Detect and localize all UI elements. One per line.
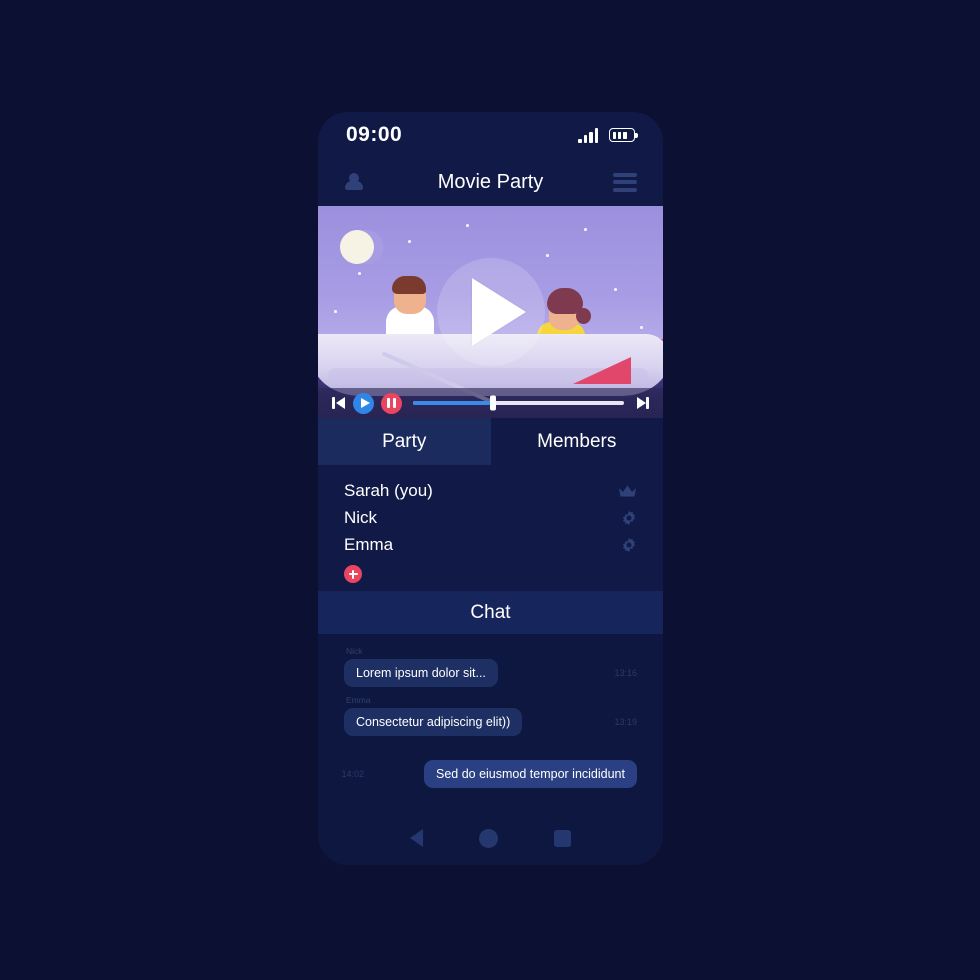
progress-handle[interactable] (490, 395, 497, 411)
tab-members[interactable]: Members (490, 418, 663, 465)
tab-party[interactable]: Party (318, 418, 491, 465)
message-group: Nick Lorem ipsum dolor sit... 13:16 (344, 646, 637, 687)
add-member-button[interactable] (344, 565, 362, 583)
android-nav-bar (318, 811, 663, 865)
member-name: Sarah (you) (344, 480, 433, 500)
message-group: 14:02 Sed do eiusmod tempor incididunt (341, 760, 637, 788)
app-header: Movie Party (318, 158, 663, 206)
hamburger-menu-icon[interactable] (613, 172, 637, 192)
phone-mockup: 09:00 Movie Party Party Members Sarah (y… (318, 112, 663, 865)
list-item[interactable]: Sarah (you) (344, 477, 637, 504)
status-icons (578, 128, 639, 143)
battery-icon (609, 128, 639, 142)
pause-button[interactable] (381, 392, 402, 414)
skip-next-icon[interactable] (635, 396, 649, 410)
play-icon[interactable] (436, 258, 545, 366)
message-bubble[interactable]: Sed do eiusmod tempor incididunt (423, 760, 637, 788)
home-circle-icon[interactable] (479, 828, 498, 848)
member-name: Nick (344, 507, 378, 527)
crown-icon[interactable] (618, 484, 637, 498)
status-bar: 09:00 (318, 112, 663, 158)
list-item[interactable]: Emma (344, 531, 637, 558)
chat-header: Chat (318, 591, 663, 634)
chat-messages: Nick Lorem ipsum dolor sit... 13:16 Emma… (318, 634, 663, 811)
gear-icon[interactable] (621, 537, 637, 553)
message-time: 14:02 (341, 769, 364, 779)
play-button[interactable] (353, 392, 374, 414)
video-progress-slider[interactable] (413, 395, 624, 411)
back-triangle-icon[interactable] (410, 829, 423, 847)
list-item[interactable]: Nick (344, 504, 637, 531)
message-time: 13:16 (614, 668, 637, 678)
status-time: 09:00 (346, 123, 403, 146)
message-sender: Emma (346, 695, 371, 705)
person-icon[interactable] (344, 171, 364, 193)
skip-previous-icon[interactable] (332, 396, 346, 410)
tab-bar: Party Members (318, 418, 663, 465)
message-row: 14:02 Sed do eiusmod tempor incididunt (341, 760, 637, 788)
message-time: 13:19 (614, 717, 637, 727)
message-group: Emma Consectetur adipiscing elit)) 13:19 (344, 695, 637, 736)
video-player[interactable] (318, 206, 663, 418)
gear-icon[interactable] (621, 510, 637, 526)
player-controls (318, 388, 663, 418)
message-bubble[interactable]: Consectetur adipiscing elit)) (344, 708, 523, 736)
message-bubble[interactable]: Lorem ipsum dolor sit... (344, 659, 498, 687)
signal-bars-icon (578, 128, 598, 143)
message-sender: Nick (346, 646, 363, 656)
page-title: Movie Party (437, 170, 544, 193)
member-name: Emma (344, 534, 394, 554)
message-row: Lorem ipsum dolor sit... 13:16 (344, 659, 637, 687)
party-member-list: Sarah (you) Nick Emma (318, 465, 663, 591)
recents-square-icon[interactable] (554, 829, 571, 847)
message-row: Consectetur adipiscing elit)) 13:19 (344, 708, 637, 736)
moon-icon (335, 225, 379, 269)
